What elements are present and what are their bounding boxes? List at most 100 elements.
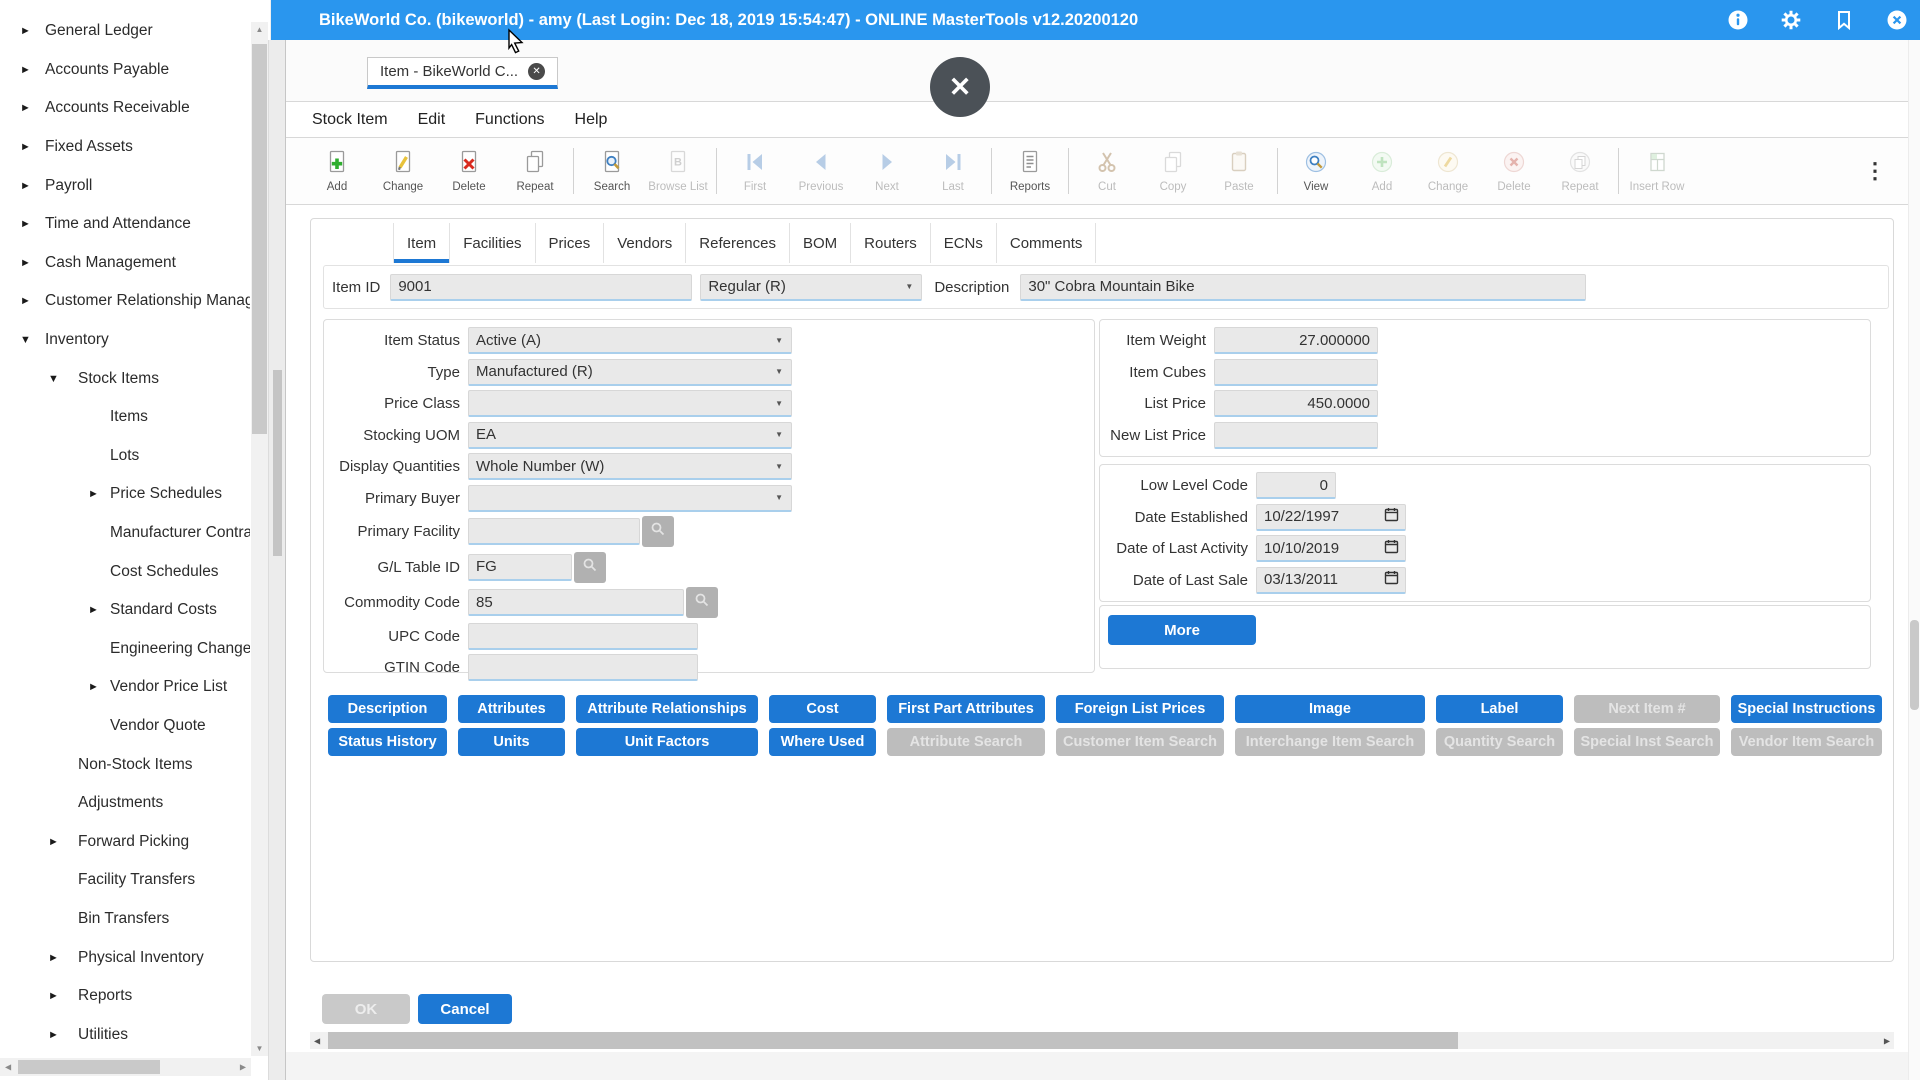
expand-arrow-icon[interactable]: ► (88, 604, 99, 616)
calendar-icon[interactable] (1384, 539, 1399, 558)
attributes-button[interactable]: Attributes (458, 695, 565, 723)
select-display-quantities[interactable]: Whole Number (W)▼ (468, 453, 792, 480)
tab-routers[interactable]: Routers (851, 223, 931, 263)
lookup-primary-facility-button[interactable] (642, 516, 674, 547)
sidebar-item-bin-transfers[interactable]: Bin Transfers (0, 900, 250, 939)
cancel-button[interactable]: Cancel (418, 994, 512, 1024)
main-hscroll-thumb[interactable] (328, 1032, 1458, 1049)
description-field[interactable]: 30" Cobra Mountain Bike (1020, 274, 1586, 301)
sidebar-item-general-ledger[interactable]: ►General Ledger (0, 12, 250, 51)
expand-arrow-icon[interactable]: ► (48, 952, 59, 964)
input-list-price[interactable]: 450.0000 (1214, 390, 1378, 417)
sidebar-item-vendor-price-list[interactable]: ►Vendor Price List (0, 668, 250, 707)
sidebar-item-standard-costs[interactable]: ►Standard Costs (0, 591, 250, 630)
more-button[interactable]: More (1108, 615, 1256, 645)
special-instructions-button[interactable]: Special Instructions (1731, 695, 1882, 723)
expand-arrow-icon[interactable]: ► (20, 180, 31, 192)
scroll-up-icon[interactable]: ▲ (251, 25, 268, 34)
toolbar-view-button[interactable]: View (1283, 149, 1349, 193)
sidebar-item-non-stock-items[interactable]: Non-Stock Items (0, 745, 250, 784)
tab-bom[interactable]: BOM (790, 223, 851, 263)
expand-arrow-icon[interactable]: ► (20, 295, 31, 307)
input-item-weight[interactable]: 27.000000 (1214, 327, 1378, 354)
input-g-l-table-id[interactable]: FG (468, 554, 572, 581)
expand-arrow-icon[interactable]: ► (20, 25, 31, 37)
tab-facilities[interactable]: Facilities (450, 223, 535, 263)
item-id-field[interactable]: 9001 (390, 274, 692, 301)
sidebar-item-forward-picking[interactable]: ►Forward Picking (0, 822, 250, 861)
date-date-of-last-sale[interactable]: 03/13/2011 (1256, 567, 1406, 594)
sidebar-item-fixed-assets[interactable]: ►Fixed Assets (0, 128, 250, 167)
splitter-handle[interactable] (273, 370, 282, 556)
bookmark-icon[interactable] (1833, 9, 1855, 31)
toolbar-search-button[interactable]: Search (579, 149, 645, 193)
scroll-down-icon[interactable]: ▼ (251, 1044, 268, 1053)
sidebar-hscroll-thumb[interactable] (18, 1060, 160, 1074)
where-used-button[interactable]: Where Used (769, 728, 876, 756)
page-vertical-scrollbar[interactable] (1908, 40, 1920, 1080)
menu-functions[interactable]: Functions (475, 111, 544, 129)
menu-stock-item[interactable]: Stock Item (312, 111, 388, 129)
input-gtin-code[interactable] (468, 654, 698, 681)
input-upc-code[interactable] (468, 623, 698, 650)
expand-arrow-icon[interactable]: ► (88, 488, 99, 500)
sidebar-item-items[interactable]: Items (0, 398, 250, 437)
sidebar-item-payroll[interactable]: ►Payroll (0, 166, 250, 205)
info-icon[interactable] (1727, 9, 1749, 31)
sidebar-item-utilities[interactable]: ►Utilities (0, 1015, 250, 1054)
sidebar-vertical-scrollbar[interactable]: ▲ ▼ (251, 22, 268, 1056)
select-stocking-uom[interactable]: EA▼ (468, 422, 792, 449)
scroll-left-icon[interactable]: ◀ (5, 1063, 11, 1072)
menu-help[interactable]: Help (575, 111, 608, 129)
first-part-attributes-button[interactable]: First Part Attributes (887, 695, 1045, 723)
item-type-select[interactable]: Regular (R) ▼ (700, 274, 922, 301)
expand-arrow-icon[interactable]: ► (48, 1029, 59, 1041)
toolbar-reports-button[interactable]: Reports (997, 149, 1063, 193)
tab-item[interactable]: Item (393, 223, 450, 263)
input-item-cubes[interactable] (1214, 359, 1378, 386)
tab-close-icon[interactable]: ✕ (528, 63, 545, 80)
calendar-icon[interactable] (1384, 507, 1399, 526)
expand-arrow-icon[interactable]: ► (20, 218, 31, 230)
sidebar-item-vendor-quote[interactable]: Vendor Quote (0, 707, 250, 746)
input-commodity-code[interactable]: 85 (468, 589, 684, 616)
sidebar-item-reports[interactable]: ►Reports (0, 977, 250, 1016)
expand-arrow-icon[interactable]: ► (48, 990, 59, 1002)
sidebar-item-accounts-receivable[interactable]: ►Accounts Receivable (0, 89, 250, 128)
foreign-list-prices-button[interactable]: Foreign List Prices (1056, 695, 1224, 723)
select-primary-buyer[interactable]: ▼ (468, 485, 792, 512)
sidebar-item-cash-management[interactable]: ►Cash Management (0, 244, 250, 283)
sidebar-horizontal-scrollbar[interactable]: ◀ ▶ (0, 1058, 251, 1076)
toolbar-delete-button[interactable]: Delete (436, 149, 502, 193)
calendar-icon[interactable] (1384, 570, 1399, 589)
expand-arrow-icon[interactable]: ► (20, 64, 31, 76)
sidebar-item-time-and-attendance[interactable]: ►Time and Attendance (0, 205, 250, 244)
window-tab-item[interactable]: Item - BikeWorld C... ✕ (367, 57, 558, 89)
sidebar-item-cost-schedules[interactable]: Cost Schedules (0, 552, 250, 591)
scroll-right-icon[interactable]: ▶ (240, 1063, 246, 1072)
sidebar-item-manufacturer-contra[interactable]: Manufacturer Contra (0, 514, 250, 553)
label-button[interactable]: Label (1436, 695, 1563, 723)
units-button[interactable]: Units (458, 728, 565, 756)
expand-arrow-icon[interactable]: ► (20, 141, 31, 153)
sidebar-item-inventory[interactable]: ▼Inventory (0, 321, 250, 360)
scroll-left-icon[interactable]: ◀ (314, 1036, 320, 1045)
toolbar-change-button[interactable]: Change (370, 149, 436, 193)
toolbar-add-button[interactable]: Add (304, 149, 370, 193)
cost-button[interactable]: Cost (769, 695, 876, 723)
expand-arrow-icon[interactable]: ► (48, 836, 59, 848)
lookup-commodity-code-button[interactable] (686, 587, 718, 618)
input-primary-facility[interactable] (468, 518, 640, 545)
attribute-relationships-button[interactable]: Attribute Relationships (576, 695, 758, 723)
tab-references[interactable]: References (686, 223, 790, 263)
sidebar-splitter[interactable] (268, 40, 286, 1080)
description-button[interactable]: Description (328, 695, 447, 723)
input-new-list-price[interactable] (1214, 422, 1378, 449)
sidebar-item-lots[interactable]: Lots (0, 437, 250, 476)
sidebar-vscroll-thumb[interactable] (252, 44, 267, 434)
expand-arrow-icon[interactable]: ► (88, 681, 99, 693)
select-type[interactable]: Manufactured (R)▼ (468, 359, 792, 386)
sidebar-item-price-schedules[interactable]: ►Price Schedules (0, 475, 250, 514)
status-history-button[interactable]: Status History (328, 728, 447, 756)
expand-arrow-icon[interactable]: ► (20, 102, 31, 114)
